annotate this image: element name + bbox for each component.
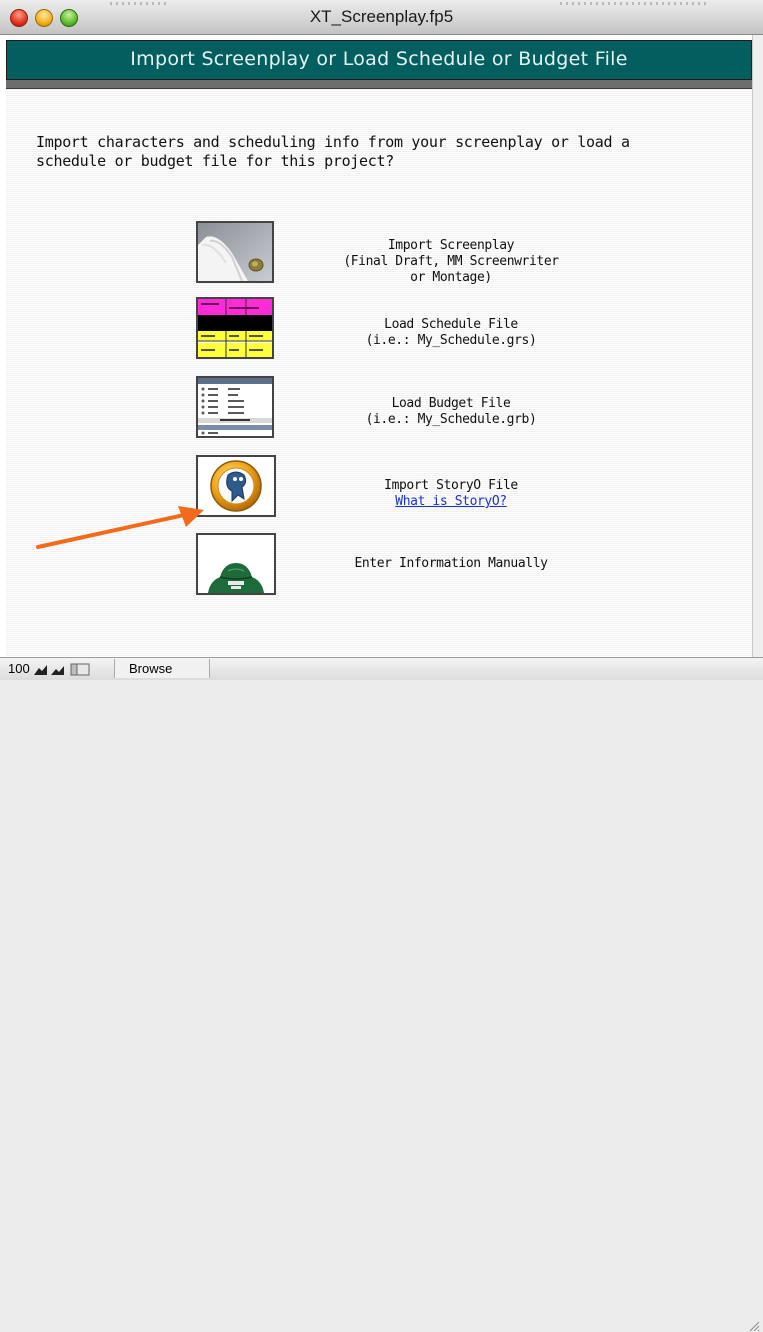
zoom-out-icon xyxy=(34,665,47,675)
zoom-controls xyxy=(34,663,90,676)
status-bar: 100 Browse xyxy=(0,657,763,1332)
import-screenplay-button[interactable] xyxy=(196,221,274,283)
resize-grip-icon[interactable] xyxy=(748,1320,760,1332)
window-title: XT_Screenplay.fp5 xyxy=(309,7,454,26)
load-budget-button[interactable] xyxy=(196,376,274,438)
import-storyo-label: Import StoryO File What is StoryO? xyxy=(316,478,586,510)
import-screenplay-title: Import Screenplay xyxy=(387,238,515,253)
page-title: Import Screenplay or Load Schedule or Bu… xyxy=(130,48,628,70)
load-schedule-sub: (i.e.: My_Schedule.grs) xyxy=(365,333,537,348)
layout-area: Import Screenplay or Load Schedule or Bu… xyxy=(6,35,752,657)
intro-line-2: schedule or budget file for this project… xyxy=(36,152,394,170)
import-screenplay-sub1: (Final Draft, MM Screenwriter xyxy=(343,254,559,269)
enter-manually-title: Enter Information Manually xyxy=(354,556,548,571)
intro-text: Import characters and scheduling info fr… xyxy=(36,133,676,171)
status-area-toggle-icon xyxy=(70,663,90,676)
header-divider xyxy=(6,80,752,89)
import-screenplay-label: Import Screenplay (Final Draft, MM Scree… xyxy=(316,238,586,286)
load-schedule-title: Load Schedule File xyxy=(384,317,518,332)
zoom-level[interactable]: 100 xyxy=(8,661,30,676)
header-band: Import Screenplay or Load Schedule or Bu… xyxy=(6,40,752,80)
vertical-scrollbar[interactable] xyxy=(752,35,763,657)
load-budget-title: Load Budget File xyxy=(391,396,511,411)
screenplay-icon xyxy=(198,223,272,281)
title-bar[interactable]: XT_Screenplay.fp5 xyxy=(0,0,763,35)
title-bar-texture xyxy=(110,2,170,5)
intro-line-1: Import characters and scheduling info fr… xyxy=(36,133,630,151)
what-is-storyo-link[interactable]: What is StoryO? xyxy=(395,494,507,509)
load-schedule-button[interactable] xyxy=(196,297,274,359)
mode-indicator[interactable]: Browse xyxy=(114,659,210,678)
budget-file-icon xyxy=(198,378,272,436)
import-screenplay-sub2: or Montage) xyxy=(410,270,492,285)
enter-manually-label: Enter Information Manually xyxy=(316,556,586,572)
load-schedule-label: Load Schedule File (i.e.: My_Schedule.gr… xyxy=(316,317,586,349)
import-storyo-title: Import StoryO File xyxy=(384,478,518,493)
zoom-in-icon xyxy=(51,666,64,675)
load-budget-label: Load Budget File (i.e.: My_Schedule.grb) xyxy=(316,396,586,428)
app-window: XT_Screenplay.fp5 Import Screenplay or L… xyxy=(0,0,763,1332)
schedule-file-icon xyxy=(198,299,272,357)
load-budget-sub: (i.e.: My_Schedule.grb) xyxy=(365,412,537,427)
annotation-arrow xyxy=(36,506,204,549)
title-bar-texture xyxy=(560,2,710,5)
